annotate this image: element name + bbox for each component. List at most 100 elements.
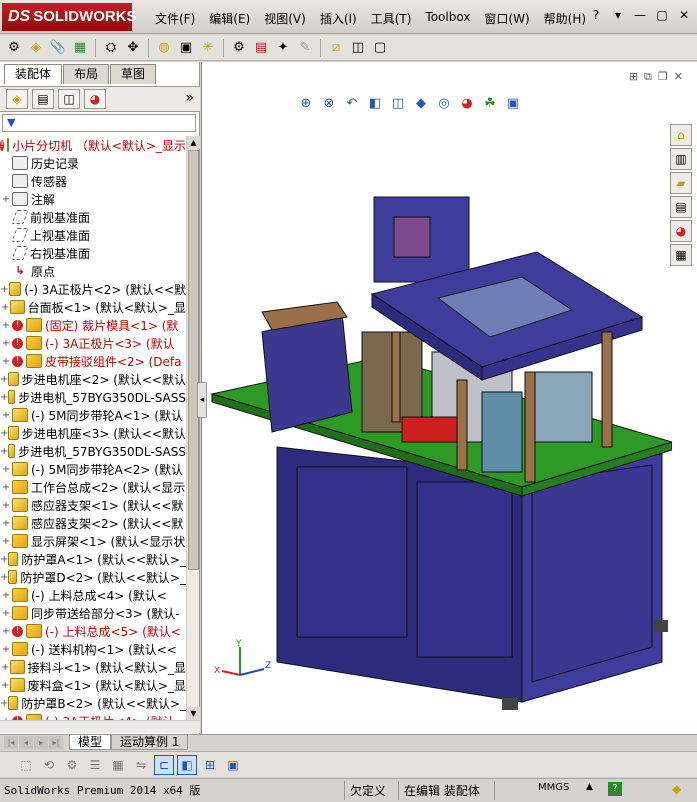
close-button[interactable]: ✕	[677, 8, 691, 22]
tree-item[interactable]: + 感应器支架<1> (默认<<默	[0, 496, 186, 514]
appearances-icon[interactable]: ◕	[670, 220, 692, 242]
expand-icon[interactable]: +	[0, 536, 12, 547]
expand-icon[interactable]: +	[0, 464, 12, 475]
custom-properties-icon[interactable]: ▦	[670, 244, 692, 266]
expand-icon[interactable]: +	[0, 446, 8, 457]
expand-icon[interactable]: +	[0, 644, 12, 655]
expand-icon[interactable]: +	[0, 284, 9, 295]
tree-item[interactable]: +! (-) 上料总成<5> (默认<	[0, 622, 186, 640]
exploded-view-icon[interactable]: ✦	[273, 38, 293, 58]
tree-item[interactable]: +! (-) 3A正极片<3> (默认	[0, 334, 186, 352]
dropdown-icon[interactable]: ▾	[611, 8, 625, 22]
property-manager-icon[interactable]: ▤	[32, 89, 54, 109]
tree-item[interactable]: + 感应器支架<2> (默认<<默	[0, 514, 186, 532]
expand-icon[interactable]: +	[0, 680, 10, 691]
scroll-up-icon[interactable]: ▲	[187, 136, 200, 149]
solidworks-resources-icon[interactable]: ⌂	[670, 124, 692, 146]
scroll-down-icon[interactable]: ▼	[187, 707, 200, 720]
hole-alignment-icon[interactable]: ▢	[370, 38, 390, 58]
assembly-features-icon[interactable]: ▣	[176, 38, 196, 58]
mate-icon[interactable]: 📎	[48, 38, 68, 58]
last-tab-icon[interactable]: ▸|	[49, 736, 63, 749]
tree-item[interactable]: ↳ 原点	[0, 262, 186, 280]
expand-icon[interactable]: +	[0, 302, 10, 313]
expand-icon[interactable]: +	[0, 698, 8, 709]
tree-item[interactable]: + 步进电机座<3> (默认<<默认	[0, 424, 186, 442]
move-component-icon[interactable]: ✥	[123, 38, 143, 58]
tree-item[interactable]: + 接料斗<1> (默认<默认>_显	[0, 658, 186, 676]
tree-item[interactable]: + 废料盒<1> (默认<默认>_显	[0, 676, 186, 694]
tree-item[interactable]: +! 皮带接驳组件<2> (Defa	[0, 352, 186, 370]
expand-icon[interactable]: +	[0, 500, 12, 511]
expand-icon[interactable]: +	[0, 392, 8, 403]
expand-icon[interactable]: +	[0, 590, 12, 601]
first-tab-icon[interactable]: |◂	[4, 736, 18, 749]
expand-icon[interactable]: +	[0, 572, 8, 583]
tree-item[interactable]: ! 小片分切机 （默认<默认>_显示	[0, 136, 186, 154]
tree-vertical-scrollbar[interactable]: ▲ ▼	[186, 136, 200, 720]
configuration-manager-icon[interactable]: ◫	[58, 89, 80, 109]
viewport-close-icon[interactable]: ✕	[674, 70, 683, 84]
show-hidden-icon[interactable]: ◍	[154, 38, 174, 58]
prev-tab-icon[interactable]: ◂	[19, 736, 33, 749]
expand-icon[interactable]: +	[0, 194, 12, 205]
rebuild-icon[interactable]: ⟲	[39, 755, 59, 775]
menu-view[interactable]: 视图(V)	[257, 8, 313, 29]
sketch-icon[interactable]: ⬚	[16, 755, 36, 775]
tree-item[interactable]: 右视基准面	[0, 244, 186, 262]
options-icon[interactable]: ⚙	[62, 755, 82, 775]
expand-icon[interactable]: +	[0, 338, 12, 349]
menu-file[interactable]: 文件(F)	[148, 8, 202, 29]
tree-horizontal-scrollbar[interactable]	[0, 720, 200, 733]
bill-of-materials-icon[interactable]: ▤	[251, 38, 271, 58]
status-help-icon[interactable]: ?	[608, 782, 622, 796]
graphics-area[interactable]: ⊞ ⧉ ❐ ✕ ⊕ ⊗ ↶ ◧ ◫ ◆ ◎ ◕ ☘ ▣ ⌂ ▥ ▰ ▤ ◕ ▦	[201, 62, 697, 734]
expand-icon[interactable]: +	[0, 428, 8, 439]
expand-icon[interactable]: +	[0, 518, 12, 529]
tab-sketch[interactable]: 草图	[110, 64, 157, 84]
minimize-button[interactable]: —	[633, 8, 647, 22]
maximize-button[interactable]: ▢	[655, 8, 669, 22]
tree-item[interactable]: + 同步带送给部分<3> (默认-	[0, 604, 186, 622]
design-library-icon[interactable]: ▥	[670, 148, 692, 170]
tree-item[interactable]: 前视基准面	[0, 208, 186, 226]
menu-window[interactable]: 窗口(W)	[477, 8, 536, 29]
expand-icon[interactable]: +	[0, 482, 12, 493]
units-arrow-icon[interactable]: ▲	[586, 782, 593, 792]
tree-item[interactable]: + 工作台总成<2> (默认<显示	[0, 478, 186, 496]
tree-item[interactable]: 上视基准面	[0, 226, 186, 244]
view-palette-icon[interactable]: ▤	[670, 196, 692, 218]
feature-manager-tree-icon[interactable]: ◈	[6, 89, 28, 109]
expand-icon[interactable]: +	[0, 608, 12, 619]
list-icon[interactable]: ☰	[85, 755, 105, 775]
clearance-verification-icon[interactable]: ◫	[348, 38, 368, 58]
tab-assembly[interactable]: 装配体	[4, 64, 63, 84]
tab-motion-study[interactable]: 运动算例 1	[111, 735, 189, 750]
tree-item[interactable]: + 防护罩A<1> (默认<<默认>_	[0, 550, 186, 568]
linear-pattern-icon[interactable]: ▦	[70, 38, 90, 58]
tab-layout[interactable]: 布局	[63, 64, 110, 84]
edit-component-icon[interactable]: ⚙	[4, 38, 24, 58]
grid-icon[interactable]: ▦	[108, 755, 128, 775]
insert-components-icon[interactable]: ◈	[26, 38, 46, 58]
mirror-icon[interactable]: ⇋	[131, 755, 151, 775]
expand-icon[interactable]: +	[0, 554, 8, 565]
expand-panel-icon[interactable]: »	[185, 90, 194, 106]
machine-model[interactable]	[202, 62, 672, 734]
tree-item[interactable]: + (-) 送料机构<1> (默认<<	[0, 640, 186, 658]
panel-collapse-handle[interactable]: ◂	[197, 382, 207, 418]
tree-item[interactable]: + 台面板<1> (默认<默认>_显	[0, 298, 186, 316]
tree-filter[interactable]: ▼	[2, 114, 196, 132]
menu-tools[interactable]: 工具(T)	[364, 8, 419, 29]
smart-fasteners-icon[interactable]: ⛭	[101, 38, 121, 58]
interference-detection-icon[interactable]: ⧄	[326, 38, 346, 58]
tab-model[interactable]: 模型	[69, 735, 112, 750]
expand-icon[interactable]: +	[0, 320, 12, 331]
tree-item[interactable]: + (-) 3A正极片<2> (默认<<默	[0, 280, 186, 298]
tree-item[interactable]: 传感器	[0, 172, 186, 190]
tree-item[interactable]: + 步进电机_57BYG350DL-SASS	[0, 388, 186, 406]
expand-icon[interactable]: +	[0, 374, 8, 385]
tree-item[interactable]: + 防护罩B<2> (默认<<默认>_	[0, 694, 186, 712]
menu-insert[interactable]: 插入(I)	[313, 8, 364, 29]
save-view-icon[interactable]: ▣	[223, 755, 243, 775]
